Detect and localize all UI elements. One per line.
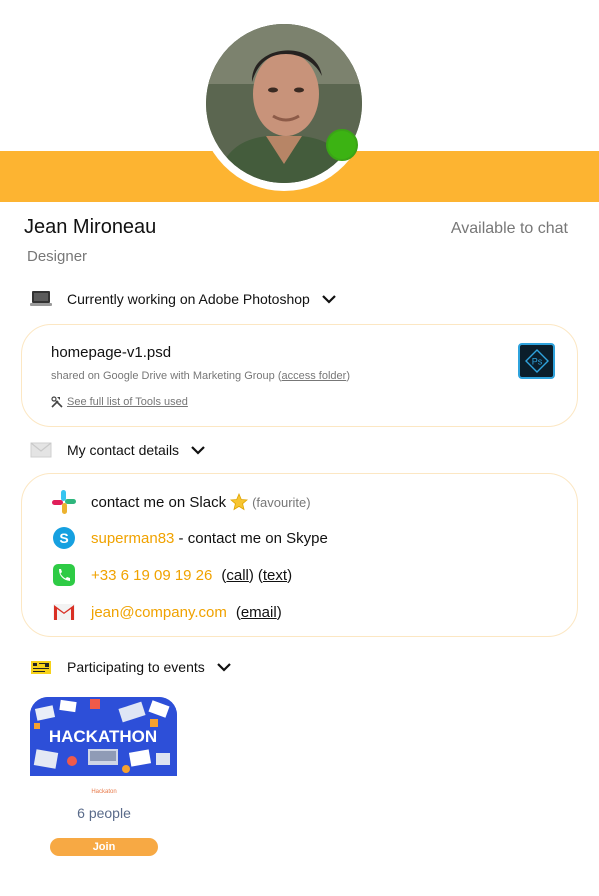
availability-status: Available to chat: [450, 220, 568, 237]
favourite-label: (favourite): [252, 494, 311, 510]
contact-row-email: jean@company.com (email): [51, 599, 282, 625]
join-button[interactable]: Join: [50, 838, 158, 856]
star-icon: [230, 493, 249, 511]
email-link[interactable]: email: [241, 604, 277, 621]
call-link[interactable]: call: [226, 567, 249, 584]
photoshop-icon-text: Ps: [531, 357, 542, 367]
shared-info: shared on Google Drive with Marketing Gr…: [51, 370, 350, 382]
chevron-down-icon[interactable]: [216, 661, 232, 673]
event-label: Hackaton: [91, 789, 117, 795]
contact-row-phone: +33 6 19 09 19 26 (call) (text): [51, 562, 292, 588]
photoshop-icon[interactable]: Ps: [518, 343, 555, 379]
event-image-title: HACKATHON: [49, 727, 157, 746]
text-link[interactable]: text: [263, 567, 287, 584]
tools-list-link[interactable]: See full list of Tools used: [67, 396, 188, 408]
tools-icon: [51, 396, 63, 408]
envelope-icon: [30, 441, 52, 459]
event-card[interactable]: HACKATHON Hackaton 6 people Join: [30, 697, 178, 856]
event-image: HACKATHON: [30, 697, 177, 776]
contact-row-skype: S superman83 - contact me on Skype: [51, 525, 328, 551]
gmail-icon[interactable]: [51, 599, 77, 625]
section-working-title: Currently working on Adobe Photoshop: [67, 291, 310, 307]
profile-role: Designer: [27, 248, 88, 265]
phone-icon[interactable]: [51, 562, 77, 588]
skype-icon[interactable]: S: [51, 525, 77, 551]
presence-indicator: [326, 129, 358, 161]
section-working-header: Currently working on Adobe Photoshop: [30, 287, 337, 311]
email-address[interactable]: jean@company.com: [91, 604, 227, 621]
skype-username[interactable]: superman83: [91, 530, 174, 547]
section-contact-header: My contact details: [30, 438, 206, 462]
chevron-down-icon[interactable]: [321, 293, 337, 305]
tools-card: homepage-v1.psd shared on Google Drive w…: [21, 324, 578, 427]
avatar-frame: [199, 17, 369, 191]
event-people-count: 6 people: [77, 805, 131, 821]
section-events-title: Participating to events: [67, 659, 205, 675]
svg-text:S: S: [59, 530, 68, 546]
calendar-icon: [30, 658, 52, 676]
shared-close: ): [346, 370, 350, 382]
section-events-header: Participating to events: [30, 655, 232, 679]
slack-icon[interactable]: [51, 489, 77, 515]
skype-text: - contact me on Skype: [174, 529, 328, 547]
section-contact-title: My contact details: [67, 442, 180, 458]
file-name: homepage-v1.psd: [51, 344, 172, 361]
slack-text: contact me on Slack: [91, 493, 227, 511]
contact-row-slack: contact me on Slack (favourite): [51, 489, 311, 515]
contact-card: contact me on Slack (favourite) S superm…: [21, 473, 578, 637]
chevron-down-icon[interactable]: [190, 444, 206, 456]
profile-name: Jean Mironeau: [24, 216, 157, 238]
call-group: (call): [221, 566, 254, 584]
tools-line: See full list of Tools used: [51, 396, 188, 408]
email-group: (email): [235, 603, 282, 621]
access-folder-link[interactable]: access folder: [282, 370, 347, 382]
text-group: (text): [257, 566, 293, 584]
phone-number[interactable]: +33 6 19 09 19 26: [91, 567, 212, 584]
shared-text: shared on Google Drive with Marketing Gr…: [51, 370, 282, 382]
laptop-icon: [30, 290, 52, 308]
